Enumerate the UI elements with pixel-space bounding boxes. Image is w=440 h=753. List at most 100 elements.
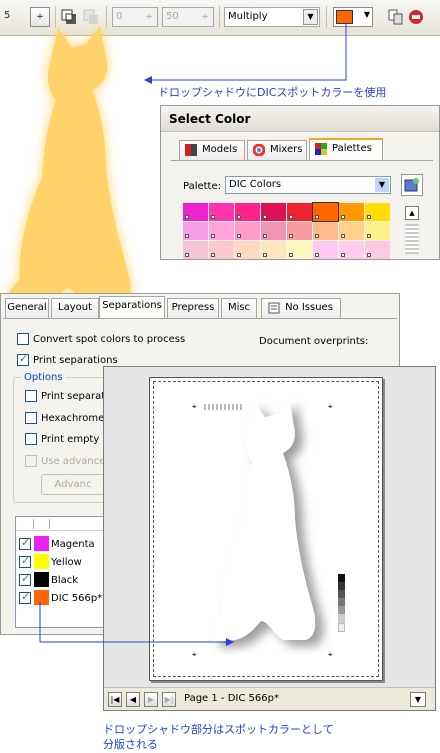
palette-swatch[interactable] [261, 203, 286, 221]
plate-checkbox[interactable] [19, 590, 31, 604]
swatch-marker [185, 234, 189, 238]
palette-select[interactable]: DIC Colors ▼ [225, 176, 391, 194]
swatch-marker [237, 253, 241, 257]
tab-misc[interactable]: Misc [221, 298, 257, 318]
plate-checkbox[interactable] [19, 572, 31, 586]
annotation-arrow-top [144, 24, 347, 84]
plate-name: Yellow [51, 557, 82, 568]
clear-shadow-icon[interactable] [408, 9, 424, 25]
chevron-down-icon: ▼ [363, 10, 370, 19]
print-preview-window: ⌖ ⌖ ⌖ ⌖ |◀ ◀ ▶ ▶| Page 1 - DIC 566p* ▼ [103, 366, 436, 711]
palette-swatch[interactable] [183, 222, 208, 240]
blend-mode-value: Multiply [228, 11, 268, 22]
last-page-icon[interactable]: ▶| [162, 692, 176, 707]
tab-label: Models [202, 144, 238, 155]
plate-checkbox[interactable] [19, 554, 31, 568]
swatch-marker [211, 253, 215, 257]
tab-separations[interactable]: Separations [99, 296, 165, 318]
tab-prepress[interactable]: Prepress [167, 298, 219, 318]
swatch-marker [367, 234, 371, 238]
palette-swatch[interactable] [339, 203, 364, 221]
swatch-marker [315, 253, 319, 257]
tab-divider [171, 160, 433, 161]
palette-swatch[interactable] [209, 222, 234, 240]
plates-list-header [16, 517, 104, 531]
swatch-marker [367, 253, 371, 257]
hexachrome-checkbox[interactable] [25, 412, 37, 424]
tab-label: Mixers [270, 144, 303, 155]
swatch-marker [211, 215, 215, 219]
palette-swatch[interactable] [235, 241, 260, 259]
swatch-marker [367, 215, 371, 219]
print-empty-label: Print empty p [41, 434, 109, 445]
palettes-icon [315, 143, 327, 155]
print-separations-checkbox[interactable] [17, 352, 29, 366]
print-empty-checkbox[interactable] [25, 433, 37, 445]
tab-general[interactable]: General [5, 298, 49, 318]
use-advanced-checkbox[interactable] [25, 455, 37, 467]
chevron-down-icon[interactable]: ▼ [375, 178, 389, 192]
tab-no-issues[interactable]: No Issues [261, 298, 341, 318]
palette-swatch[interactable] [183, 241, 208, 259]
palette-swatch[interactable] [365, 241, 390, 259]
tab-divider [3, 318, 397, 319]
tab-label: Layout [58, 302, 92, 313]
cat-drop-shadow [7, 26, 131, 312]
palette-swatch[interactable] [339, 222, 364, 240]
previous-page-icon[interactable]: ◀ [126, 692, 140, 707]
palette-swatch[interactable] [261, 222, 286, 240]
palette-swatch[interactable] [313, 222, 338, 240]
annotation-bottom-line1: ドロップシャドウ部分はスポットカラーとして [103, 723, 334, 736]
palette-swatch[interactable] [287, 203, 312, 221]
swatch-marker [315, 234, 319, 238]
page-indicator: Page 1 - DIC 566p* [184, 693, 279, 704]
swatch-marker [289, 234, 293, 238]
advanced-button[interactable]: Advanc [41, 474, 105, 495]
palette-swatch[interactable] [287, 241, 312, 259]
palette-swatch[interactable] [235, 203, 260, 221]
tab-palettes[interactable]: Palettes [309, 138, 383, 160]
document-overprints-label: Document overprints: [259, 336, 369, 347]
plate-name: Magenta [51, 539, 95, 550]
plate-checkbox[interactable] [19, 536, 31, 550]
preview-navigation-bar: |◀ ◀ ▶ ▶| Page 1 - DIC 566p* ▼ [104, 687, 435, 710]
column-divider [33, 519, 34, 529]
chevron-down-icon[interactable]: ▼ [410, 692, 426, 707]
print-separate-label: Print separat [41, 391, 106, 402]
tab-label: No Issues [285, 302, 333, 313]
annotation-arrow-bottom [39, 602, 234, 646]
mixers-icon [252, 143, 266, 157]
palette-swatch[interactable] [339, 241, 364, 259]
print-separate-checkbox[interactable] [25, 390, 37, 402]
palette-swatch[interactable] [365, 203, 390, 221]
palette-swatch[interactable] [313, 241, 338, 259]
palette-value: DIC Colors [229, 179, 282, 190]
palette-swatch[interactable] [235, 222, 260, 240]
copy-shadow-icon[interactable] [388, 9, 404, 25]
convert-spot-checkbox[interactable] [17, 333, 29, 345]
palette-swatch[interactable] [312, 202, 339, 222]
palette-swatch[interactable] [209, 203, 234, 221]
tab-layout[interactable]: Layout [51, 298, 99, 318]
palette-swatch[interactable] [209, 241, 234, 259]
palette-swatch[interactable] [183, 203, 208, 221]
first-page-icon[interactable]: |◀ [108, 692, 122, 707]
palette-open-icon[interactable] [401, 174, 423, 196]
column-divider [49, 519, 50, 529]
palette-swatch[interactable] [287, 222, 312, 240]
palette-swatch-grid [183, 202, 392, 259]
plate-color-swatch [34, 554, 49, 569]
annotation-bottom-line2: 分版される [103, 738, 158, 751]
next-page-icon[interactable]: ▶ [144, 692, 158, 707]
scroll-up-icon[interactable]: ▲ [405, 206, 419, 220]
swatch-marker [289, 253, 293, 257]
tab-models[interactable]: Models [179, 140, 245, 160]
scroll-track[interactable] [405, 224, 419, 254]
swatch-marker [263, 234, 267, 238]
palette-swatch[interactable] [261, 241, 286, 259]
use-advanced-label: Use advance [41, 456, 106, 467]
opacity-value: 50 [166, 11, 179, 22]
tab-mixers[interactable]: Mixers [247, 140, 307, 160]
swatch-marker [237, 234, 241, 238]
palette-swatch[interactable] [365, 222, 390, 240]
